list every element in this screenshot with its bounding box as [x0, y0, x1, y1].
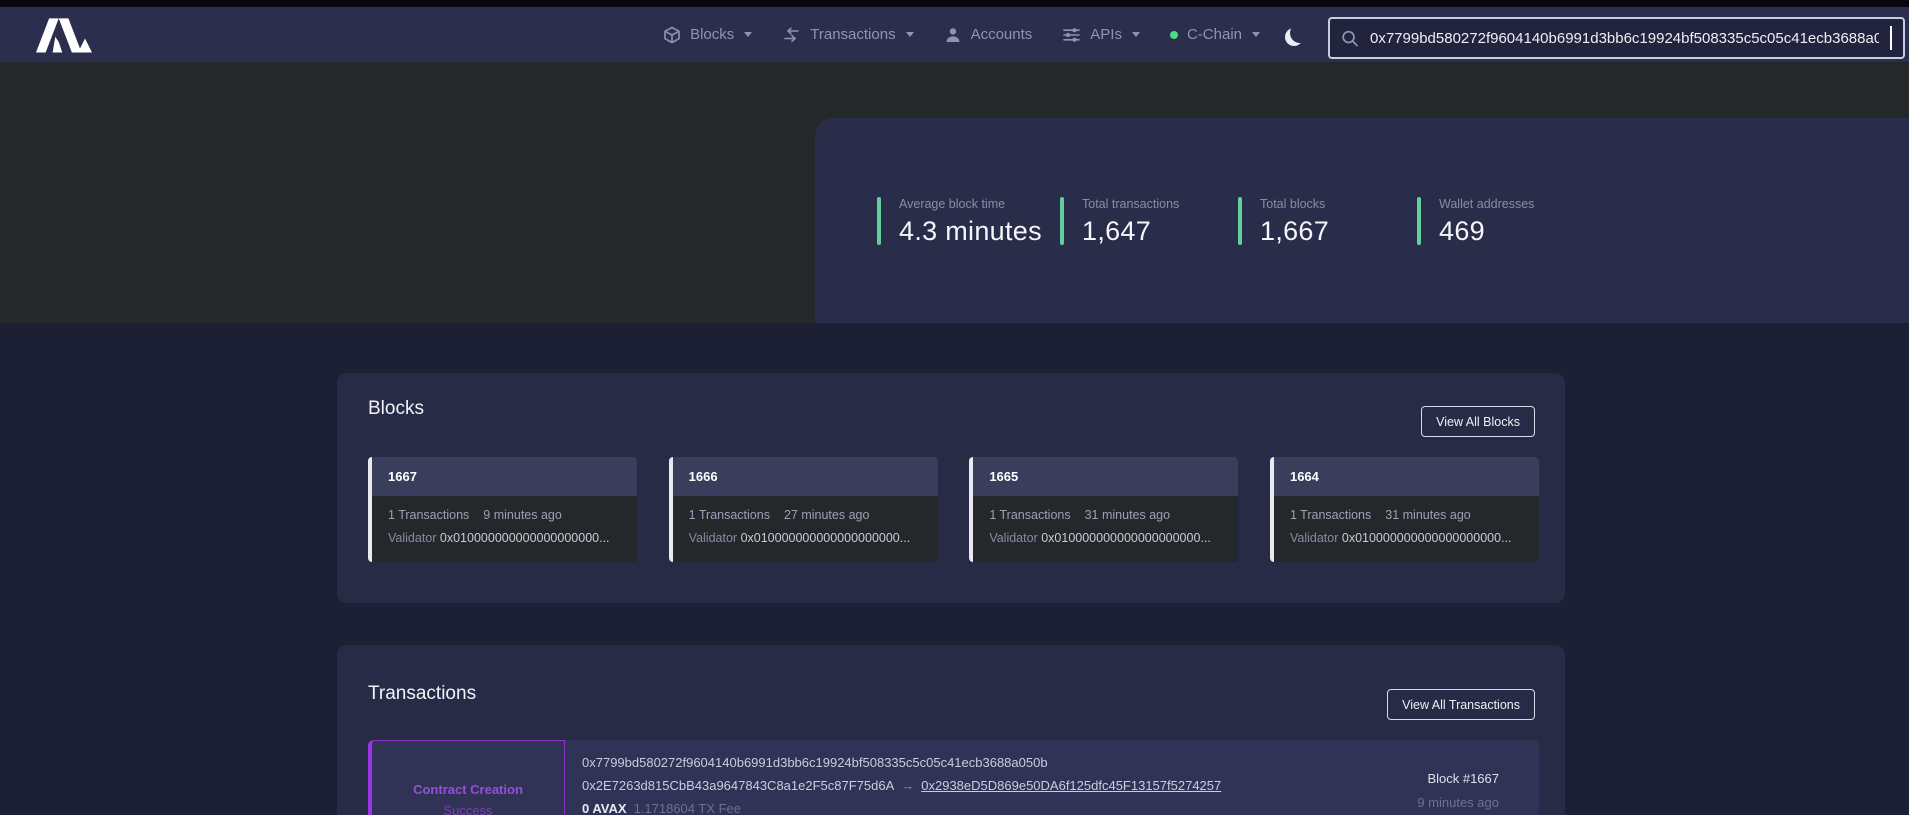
transaction-meta: Block #1667 9 minutes ago	[1417, 771, 1499, 810]
swap-icon	[782, 26, 801, 44]
nav-menu: Blocks Transactions Accounts A	[663, 7, 1316, 62]
chevron-down-icon	[744, 32, 752, 37]
stat-value: 1,667	[1260, 216, 1329, 247]
view-all-transactions-button[interactable]: View All Transactions	[1387, 689, 1535, 720]
transaction-status: Success	[443, 803, 492, 815]
block-tx-count: 1 Transactions	[989, 508, 1070, 522]
validator-address: 0x010000000000000000000...	[741, 531, 911, 545]
block-number: 1664	[1290, 469, 1319, 484]
block-card[interactable]: 1665 1 Transactions 31 minutes ago Valid…	[969, 457, 1238, 562]
stat-average-block-time: Average block time 4.3 minutes	[877, 197, 1042, 247]
block-card-header: 1664	[1274, 457, 1539, 496]
transactions-section: Transactions View All Transactions Contr…	[337, 645, 1565, 815]
stat-label: Total blocks	[1260, 197, 1329, 211]
transaction-details: 0x7799bd580272f9604140b6991d3bb6c19924bf…	[582, 755, 1221, 815]
block-card-body: 1 Transactions 31 minutes ago Validator …	[1274, 496, 1539, 545]
stat-value: 469	[1439, 216, 1534, 247]
stat-total-blocks: Total blocks 1,667	[1238, 197, 1329, 247]
transaction-fee: 1.1718604 TX Fee	[634, 801, 741, 815]
block-number: 1665	[989, 469, 1018, 484]
block-number: 1666	[689, 469, 718, 484]
block-tx-count: 1 Transactions	[388, 508, 469, 522]
stats-panel: Average block time 4.3 minutes Total tra…	[815, 118, 1909, 323]
transaction-type: Contract Creation	[413, 782, 523, 797]
stat-accent-bar	[877, 197, 881, 245]
sliders-icon	[1062, 26, 1081, 44]
validator-label: Validator	[1290, 531, 1338, 545]
green-dot-icon	[1170, 31, 1178, 39]
transaction-row[interactable]: Contract Creation Success 0x7799bd580272…	[368, 740, 1539, 815]
validator-address: 0x010000000000000000000...	[1041, 531, 1211, 545]
block-card-body: 1 Transactions 9 minutes ago Validator 0…	[372, 496, 637, 545]
validator-label: Validator	[388, 531, 436, 545]
text-caret	[1890, 26, 1892, 50]
arrow-right-icon: →	[894, 778, 921, 793]
blocks-section: Blocks View All Blocks 1667 1 Transactio…	[337, 373, 1565, 603]
transaction-hash: 0x7799bd580272f9604140b6991d3bb6c19924bf…	[582, 755, 1221, 771]
stat-label: Total transactions	[1082, 197, 1179, 211]
navbar: Blocks Transactions Accounts A	[0, 7, 1909, 62]
view-all-blocks-button[interactable]: View All Blocks	[1421, 406, 1535, 437]
chevron-down-icon	[1252, 32, 1260, 37]
validator-label: Validator	[689, 531, 737, 545]
nav-item-transactions[interactable]: Transactions	[782, 26, 913, 44]
stat-value: 4.3 minutes	[899, 216, 1042, 247]
stat-accent-bar	[1060, 197, 1064, 245]
block-card-header: 1667	[372, 457, 637, 496]
blocks-section-title: Blocks	[368, 398, 424, 420]
block-age: 27 minutes ago	[784, 508, 869, 522]
validator-address: 0x010000000000000000000...	[440, 531, 610, 545]
block-card[interactable]: 1666 1 Transactions 27 minutes ago Valid…	[669, 457, 938, 562]
stat-label: Average block time	[899, 197, 1042, 211]
block-card-body: 1 Transactions 31 minutes ago Validator …	[973, 496, 1238, 545]
chevron-down-icon	[906, 32, 914, 37]
transaction-type-badge: Contract Creation Success	[368, 740, 565, 815]
cube-icon	[663, 26, 681, 44]
transaction-block-number: Block #1667	[1417, 771, 1499, 786]
block-card[interactable]: 1664 1 Transactions 31 minutes ago Valid…	[1270, 457, 1539, 562]
transaction-from-address: 0x2E7263d815CbB43a9647843C8a1e2F5c87F75d…	[582, 778, 894, 793]
nav-label-apis: APIs	[1090, 26, 1122, 43]
block-age: 9 minutes ago	[483, 508, 562, 522]
nav-label-accounts: Accounts	[971, 26, 1033, 43]
block-card-header: 1665	[973, 457, 1238, 496]
validator-label: Validator	[989, 531, 1037, 545]
transactions-section-title: Transactions	[368, 683, 476, 705]
nav-label-blocks: Blocks	[690, 26, 734, 43]
validator-address: 0x010000000000000000000...	[1342, 531, 1512, 545]
nav-item-chain-selector[interactable]: C-Chain	[1170, 26, 1260, 43]
block-card-list: 1667 1 Transactions 9 minutes ago Valida…	[368, 457, 1539, 562]
block-card[interactable]: 1667 1 Transactions 9 minutes ago Valida…	[368, 457, 637, 562]
person-icon	[944, 26, 962, 44]
stat-total-transactions: Total transactions 1,647	[1060, 197, 1179, 247]
chevron-down-icon	[1132, 32, 1140, 37]
nav-item-apis[interactable]: APIs	[1062, 26, 1140, 44]
block-tx-count: 1 Transactions	[689, 508, 770, 522]
nav-item-blocks[interactable]: Blocks	[663, 26, 752, 44]
search-input[interactable]: 0x7799bd580272f9604140b6991d3bb6c19924bf…	[1328, 17, 1905, 59]
nav-item-accounts[interactable]: Accounts	[944, 26, 1033, 44]
search-value: 0x7799bd580272f9604140b6991d3bb6c19924bf…	[1370, 30, 1879, 47]
block-number: 1667	[388, 469, 417, 484]
avalanche-logo[interactable]	[36, 17, 92, 53]
block-age: 31 minutes ago	[1385, 508, 1470, 522]
block-age: 31 minutes ago	[1085, 508, 1170, 522]
transaction-to-address-link[interactable]: 0x2938eD5D869e50DA6f125dfc45F13157f52742…	[921, 778, 1221, 793]
nav-label-chain: C-Chain	[1187, 26, 1242, 43]
block-card-header: 1666	[673, 457, 938, 496]
block-tx-count: 1 Transactions	[1290, 508, 1371, 522]
nav-label-transactions: Transactions	[810, 26, 895, 43]
search-icon	[1341, 29, 1359, 48]
window-top-strip	[0, 0, 1909, 7]
transaction-amount: 0 AVAX	[582, 801, 627, 815]
stat-value: 1,647	[1082, 216, 1179, 247]
stat-accent-bar	[1417, 197, 1421, 245]
stat-wallet-addresses: Wallet addresses 469	[1417, 197, 1534, 247]
stat-accent-bar	[1238, 197, 1242, 245]
moon-icon[interactable]	[1290, 23, 1310, 43]
transaction-age: 9 minutes ago	[1417, 795, 1499, 810]
stat-label: Wallet addresses	[1439, 197, 1534, 211]
hero-banner: Average block time 4.3 minutes Total tra…	[0, 62, 1909, 323]
block-card-body: 1 Transactions 27 minutes ago Validator …	[673, 496, 938, 545]
